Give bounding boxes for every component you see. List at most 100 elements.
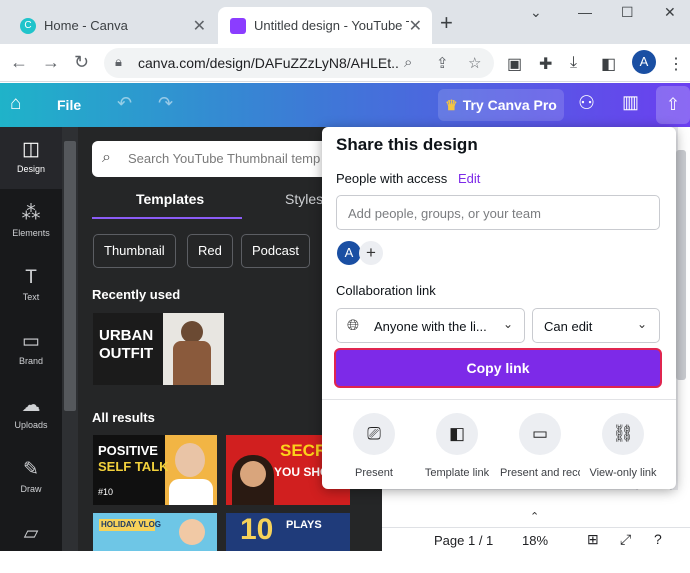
recently-used-title: Recently used [92, 287, 181, 302]
rail-item-draw[interactable]: ✎ Draw [0, 447, 62, 509]
thumb-person-face [175, 443, 205, 477]
link-access-dropdown[interactable]: 🌐︎ Anyone with the li... ⌄ [336, 308, 525, 343]
draw-icon: ✎ [23, 459, 39, 480]
canva-header: ⌂ File ↶ ↷ ♛ Try Canva Pro ⚇ ▥ ⇧ [0, 83, 690, 127]
active-tab-indicator [92, 217, 242, 219]
thumb-text: 10 [240, 513, 274, 546]
help-question-icon[interactable]: ? [654, 531, 662, 547]
rail-item-design[interactable]: ◫ Design [0, 127, 62, 189]
zoom-search-icon[interactable]: ⌕ [404, 54, 412, 71]
panel-scrollbar-thumb[interactable] [64, 141, 76, 411]
divider [322, 399, 676, 400]
collaborator-avatar[interactable]: A [337, 241, 361, 265]
download-icon[interactable]: ⤓ [570, 54, 577, 72]
canva-design-favicon-icon [230, 17, 246, 34]
minimize-icon[interactable]: — [578, 4, 592, 20]
tab-templates[interactable]: Templates [136, 191, 204, 207]
option-label: Template link [424, 467, 490, 479]
tab-close-icon[interactable]: ✕ [409, 16, 422, 36]
filter-chip-red[interactable]: Red [187, 234, 233, 268]
template-thumb-holiday-vlog[interactable]: HOLIDAY VLOG [93, 513, 217, 551]
address-bar[interactable]: 🔒︎ canva.com/design/DAFuZZzLyN8/AHLEt...… [104, 48, 494, 78]
left-rail: ◫ Design ⁂ Elements T Text ▭ Brand ☁ Upl… [0, 127, 62, 551]
thumb-person-body [173, 341, 211, 385]
rail-label: Design [16, 164, 45, 174]
url-text: canva.com/design/DAFuZZzLyN8/AHLEt... [138, 55, 400, 71]
undo-icon[interactable]: ↶ [117, 93, 132, 114]
chevron-down-icon: ⌄ [637, 317, 648, 331]
bookmark-star-icon[interactable]: ☆ [468, 54, 481, 72]
new-tab-plus-icon[interactable]: + [440, 10, 453, 36]
thumb-text: SELF TALK [98, 459, 169, 474]
browser-menu-icon[interactable]: ⋮ [668, 54, 684, 74]
extensions-puzzle-icon[interactable]: ✚ [539, 54, 552, 74]
search-placeholder: Search YouTube Thumbnail temp [128, 151, 321, 166]
file-menu[interactable]: File [57, 97, 81, 113]
template-thumb-10-plays[interactable]: 10 PLAYS [226, 513, 350, 551]
elements-icon: ⁂ [21, 203, 41, 224]
forward-arrow-icon[interactable]: → [42, 52, 60, 73]
fullscreen-icon[interactable]: ⤢ [620, 531, 631, 548]
home-icon[interactable]: ⌂ [10, 93, 21, 115]
reload-icon[interactable]: ↻ [74, 52, 89, 73]
share-dialog-title: Share this design [336, 135, 478, 154]
side-panel-icon[interactable]: ◧ [601, 54, 616, 74]
collaboration-link-label: Collaboration link [336, 283, 436, 298]
rail-item-projects[interactable]: ▱ [0, 511, 62, 573]
copy-link-button[interactable]: Copy link [334, 348, 662, 388]
redo-icon[interactable]: ↷ [158, 93, 173, 114]
rail-item-elements[interactable]: ⁂ Elements [0, 191, 62, 253]
tab-untitled-design[interactable]: Untitled design - YouTube Th ✕ [218, 7, 432, 44]
edit-access-link[interactable]: Edit [458, 171, 480, 186]
thumb-text: PLAYS [286, 519, 322, 531]
tab-home-canva[interactable]: C Home - Canva ✕ [8, 7, 216, 44]
rail-label: Brand [18, 356, 44, 366]
close-window-icon[interactable]: ✕ [664, 4, 676, 21]
design-icon: ◫ [22, 139, 40, 160]
rail-item-brand[interactable]: ▭ Brand [0, 319, 62, 381]
tab-search-chevron-icon[interactable]: ⌄ [530, 4, 542, 21]
maximize-icon[interactable]: ☐ [621, 4, 634, 21]
share-page-icon[interactable]: ⇪ [436, 54, 449, 72]
grid-view-icon[interactable]: ⊞ [587, 531, 599, 548]
tab-title: Untitled design - YouTube Th [254, 18, 409, 33]
screenshot-extension-icon[interactable]: ▣ [507, 54, 522, 74]
share-upload-icon[interactable]: ⇧ [656, 86, 690, 124]
thumb-person-head [181, 321, 203, 343]
profile-avatar[interactable]: A [632, 50, 656, 74]
insights-bar-chart-icon[interactable]: ▥ [622, 92, 639, 113]
option-view-only-link[interactable]: ⛓︎ View-only link [583, 413, 663, 479]
add-people-input[interactable]: Add people, groups, or your team [336, 195, 660, 230]
zoom-level[interactable]: 18% [522, 533, 548, 548]
filter-chip-podcast[interactable]: Podcast [241, 234, 310, 268]
template-thumb-positive-self-talk[interactable]: POSITIVE SELF TALK #10 [93, 435, 217, 505]
try-canva-pro-button[interactable]: ♛ Try Canva Pro [438, 89, 564, 121]
rail-item-uploads[interactable]: ☁ Uploads [0, 383, 62, 445]
canvas-scrollbar[interactable] [676, 150, 686, 380]
add-collaborator-plus-icon[interactable]: + [359, 241, 383, 265]
back-arrow-icon[interactable]: ← [10, 52, 28, 73]
rail-item-text[interactable]: T Text [0, 255, 62, 317]
all-results-title: All results [92, 410, 155, 425]
expand-pages-chevron-icon[interactable]: ⌃ [530, 510, 539, 523]
link-access-value: Anyone with the li... [374, 319, 487, 334]
option-present[interactable]: ⎚ Present [334, 413, 414, 479]
permission-dropdown[interactable]: Can edit ⌄ [532, 308, 660, 343]
thumb-text: OUTFIT [99, 345, 154, 362]
template-thumb-urban-outfit[interactable]: URBAN OUTFIT [93, 313, 224, 385]
people-add-icon[interactable]: ⚇ [578, 92, 595, 115]
template-layout-icon: ◧ [436, 413, 478, 455]
tab-styles[interactable]: Styles [285, 191, 323, 207]
option-template-link[interactable]: ◧ Template link [417, 413, 497, 479]
lock-icon: 🔒︎ [115, 54, 122, 69]
rail-label: Text [22, 292, 40, 302]
filter-chip-thumbnail[interactable]: Thumbnail [93, 234, 176, 268]
page-indicator[interactable]: Page 1 / 1 [434, 533, 493, 548]
option-present-and-record[interactable]: ▭ Present and record [500, 413, 580, 481]
thumb-text: URBAN [99, 327, 154, 344]
folder-icon: ▱ [23, 523, 39, 544]
tab-close-icon[interactable]: ✕ [193, 16, 206, 36]
panel-scrollbar-track[interactable] [62, 127, 78, 551]
rail-label: Elements [12, 228, 50, 238]
browser-tab-bar: C Home - Canva ✕ Untitled design - YouTu… [0, 0, 690, 44]
